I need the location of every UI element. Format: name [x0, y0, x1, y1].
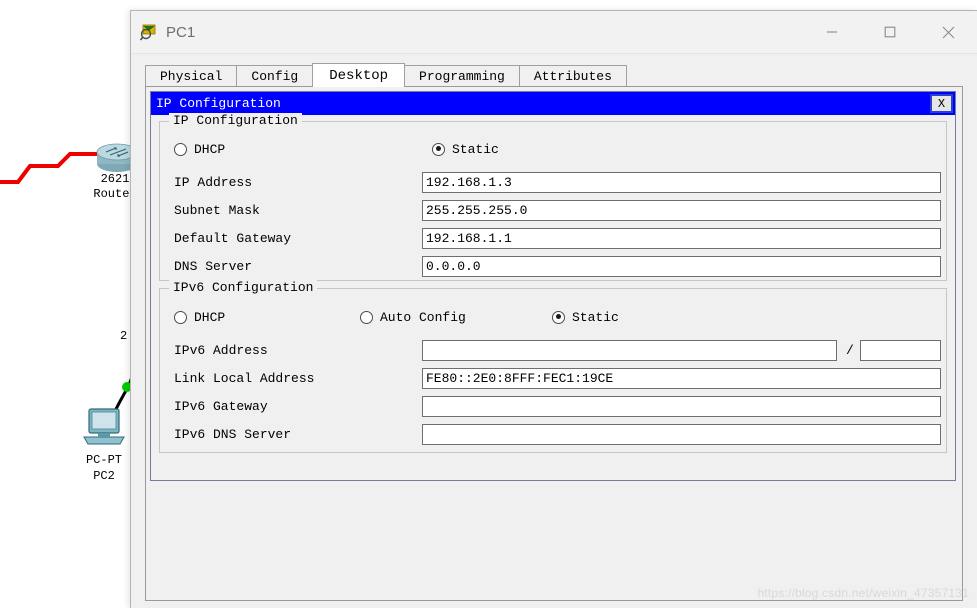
ipv4-dhcp-radio[interactable]: DHCP [174, 139, 225, 159]
ipv6-auto-config-label: Auto Config [380, 309, 466, 325]
device-tabs: Physical Config Desktop Programming Attr… [145, 63, 627, 87]
ipv4-static-radio[interactable]: Static [432, 139, 499, 159]
radio-dot-icon [432, 142, 445, 156]
subnet-mask-label: Subnet Mask [174, 203, 260, 218]
dns-server-input[interactable]: 0.0.0.0 [422, 256, 941, 277]
ipv4-mode-radio-row: DHCP Static [160, 139, 946, 159]
dns-server-label: DNS Server [174, 259, 253, 274]
dns-server-row: DNS Server 0.0.0.0 [160, 256, 946, 278]
ipv6-gateway-input[interactable] [422, 396, 941, 417]
maximize-button[interactable] [861, 11, 919, 53]
window-title: PC1 [166, 23, 196, 41]
tab-config[interactable]: Config [236, 65, 314, 87]
link-local-address-input[interactable]: FE80::2E0:8FFF:FEC1:19CE [422, 368, 941, 389]
tab-programming[interactable]: Programming [404, 65, 520, 87]
ip-configuration-title: IP Configuration [156, 96, 281, 111]
ipv6-group-legend: IPv6 Configuration [169, 280, 318, 295]
ipv6-configuration-group: IPv6 Configuration DHCP Auto Config Stat… [159, 280, 947, 453]
device-window-icon [140, 24, 156, 41]
ipv6-gateway-row: IPv6 Gateway [160, 396, 946, 418]
ip-configuration-dialog: IP Configuration X IP Configuration DHCP [150, 91, 956, 481]
ipv4-dhcp-label: DHCP [194, 141, 226, 157]
ipv6-address-label: IPv6 Address [174, 343, 268, 358]
radio-dot-icon [174, 142, 187, 156]
close-icon [942, 26, 954, 38]
default-gateway-label: Default Gateway [174, 231, 292, 246]
radio-dot-icon [552, 310, 565, 324]
ipv6-prefix-separator: / [846, 343, 854, 358]
ip-configuration-titlebar: IP Configuration X [151, 92, 955, 115]
ipv6-dhcp-radio[interactable]: DHCP [174, 307, 225, 327]
ipv6-dns-server-input[interactable] [422, 424, 941, 445]
pc-name-label: PC2 [93, 469, 115, 483]
radio-dot-icon [174, 310, 187, 324]
ipv6-address-row: IPv6 Address / [160, 340, 946, 362]
ipv6-mode-radio-row: DHCP Auto Config Static [160, 307, 946, 327]
window-controls [803, 11, 977, 53]
tab-desktop[interactable]: Desktop [312, 63, 406, 87]
ip-configuration-body: IP Configuration DHCP Static IP Address … [151, 113, 955, 480]
ip-address-row: IP Address 192.168.1.3 [160, 172, 946, 194]
radio-dot-icon [360, 310, 373, 324]
tab-attributes[interactable]: Attributes [518, 65, 627, 87]
ip-address-label: IP Address [174, 175, 253, 190]
default-gateway-input[interactable]: 192.168.1.1 [422, 228, 941, 249]
ipv6-address-input[interactable] [422, 340, 837, 361]
device-window: PC1 Physical Config Desktop Programming … [130, 10, 977, 608]
ipv6-auto-config-radio[interactable]: Auto Config [360, 307, 466, 327]
screen: 2621 Router 2 PC-PT PC2 PC1 Physical Con… [0, 0, 977, 608]
ipv6-dhcp-label: DHCP [194, 309, 226, 325]
minimize-button[interactable] [803, 11, 861, 53]
watermark-text: https://blog.csdn.net/weixin_47357131 [757, 586, 969, 600]
ipv6-dns-server-row: IPv6 DNS Server [160, 424, 946, 446]
close-button[interactable] [919, 11, 977, 53]
stray-canvas-label: 2 [120, 329, 128, 343]
maximize-icon [884, 26, 896, 38]
subnet-mask-row: Subnet Mask 255.255.255.0 [160, 200, 946, 222]
ip-address-input[interactable]: 192.168.1.3 [422, 172, 941, 193]
tab-physical[interactable]: Physical [145, 65, 238, 87]
ipv6-static-radio[interactable]: Static [552, 307, 619, 327]
link-local-address-row: Link Local Address FE80::2E0:8FFF:FEC1:1… [160, 368, 946, 390]
subnet-mask-input[interactable]: 255.255.255.0 [422, 200, 941, 221]
minimize-icon [827, 31, 837, 33]
window-titlebar: PC1 [131, 11, 977, 54]
link-local-address-label: Link Local Address [174, 371, 315, 386]
ipv6-gateway-label: IPv6 Gateway [174, 399, 268, 414]
default-gateway-row: Default Gateway 192.168.1.1 [160, 228, 946, 250]
ipv4-configuration-group: IP Configuration DHCP Static IP Address … [159, 113, 947, 281]
ipv4-static-label: Static [452, 141, 499, 157]
ipv6-static-label: Static [572, 309, 619, 325]
ipv6-prefix-input[interactable] [860, 340, 941, 361]
ipv4-group-legend: IP Configuration [169, 113, 302, 128]
pc-label: PC-PT PC2 [72, 452, 136, 484]
ip-configuration-close-button[interactable]: X [930, 94, 953, 113]
ipv6-dns-server-label: IPv6 DNS Server [174, 427, 292, 442]
desktop-panel: IP Configuration X IP Configuration DHCP [145, 86, 963, 601]
pc-model-label: PC-PT [85, 453, 122, 467]
pc-icon[interactable] [80, 405, 128, 449]
